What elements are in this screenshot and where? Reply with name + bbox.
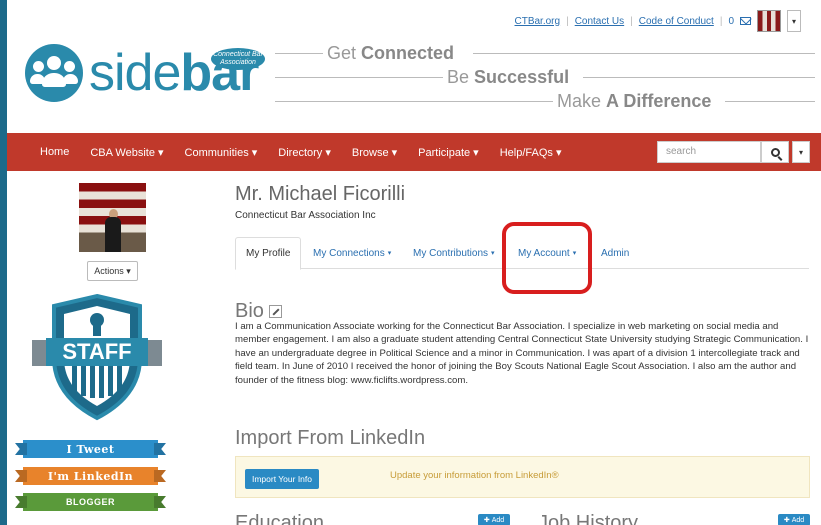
code-of-conduct-link[interactable]: Code of Conduct: [639, 16, 714, 27]
profile-photo[interactable]: [79, 183, 146, 252]
import-your-info-button[interactable]: Import Your Info: [245, 469, 319, 489]
people-icon: [25, 44, 83, 102]
user-menu-caret[interactable]: ▾: [787, 10, 801, 32]
add-job-button[interactable]: ✚ Add: [778, 514, 810, 525]
nav-home[interactable]: Home: [40, 146, 69, 158]
message-count[interactable]: 0: [728, 16, 734, 27]
main-navbar: Home CBA Website ▾ Communities ▾ Directo…: [7, 133, 821, 171]
chevron-down-icon: ▾: [387, 250, 392, 257]
ctbar-link[interactable]: CTBar.org: [515, 16, 561, 27]
tab-my-connections[interactable]: My Connections ▾: [303, 237, 401, 269]
tagline-connected: Get Connected: [327, 43, 455, 63]
sidebar-logo[interactable]: sidebar Connecticut Bar Association: [25, 44, 265, 102]
linkedin-ribbon[interactable]: I'm LinkedIn: [23, 467, 158, 485]
search-options-caret[interactable]: ▾: [792, 141, 810, 163]
plus-icon: ✚: [783, 517, 790, 524]
search-input[interactable]: search: [657, 141, 761, 163]
education-heading: Education: [235, 512, 324, 525]
utility-links: CTBar.org | Contact Us | Code of Conduct…: [515, 10, 801, 32]
nav-directory[interactable]: Directory ▾: [278, 146, 331, 159]
profile-name: Mr. Michael Ficorilli: [235, 183, 406, 205]
nav-communities[interactable]: Communities ▾: [185, 146, 258, 159]
nav-help-faqs[interactable]: Help/FAQs ▾: [500, 146, 562, 159]
i-tweet-ribbon[interactable]: I Tweet: [23, 440, 158, 458]
edit-icon[interactable]: [268, 305, 282, 318]
nav-cba-website[interactable]: CBA Website ▾: [90, 146, 163, 159]
add-education-button[interactable]: ✚ Add: [478, 514, 510, 525]
blogger-ribbon[interactable]: BLOGGER: [23, 493, 158, 511]
search-icon: [770, 147, 780, 157]
tab-my-profile[interactable]: My Profile: [235, 237, 302, 270]
import-linkedin-heading: Import From LinkedIn: [235, 427, 426, 449]
job-history-heading: Job History: [538, 512, 639, 525]
plus-icon: ✚: [483, 517, 490, 524]
import-note: Update your information from LinkedIn®: [390, 470, 559, 481]
tab-my-contributions[interactable]: My Contributions ▾: [403, 237, 505, 269]
profile-organization: Connecticut Bar Association Inc: [235, 210, 376, 221]
tagline-difference: Make A Difference: [557, 91, 712, 111]
logo-badge: Connecticut Bar Association: [211, 48, 265, 70]
search-button[interactable]: [761, 141, 789, 163]
tagline-successful: Be Successful: [447, 67, 570, 87]
chevron-down-icon: ▾: [491, 250, 495, 257]
site-header: CTBar.org | Contact Us | Code of Conduct…: [7, 0, 821, 133]
bio-text: I am a Communication Associate working f…: [235, 321, 809, 386]
contact-us-link[interactable]: Contact Us: [575, 16, 624, 27]
user-avatar[interactable]: [757, 10, 781, 32]
tab-admin[interactable]: Admin: [591, 237, 639, 269]
mail-icon[interactable]: [740, 17, 751, 25]
actions-button[interactable]: Actions ▾: [87, 261, 138, 281]
nav-browse[interactable]: Browse ▾: [352, 146, 397, 159]
my-account-highlight: [502, 222, 592, 294]
import-linkedin-panel: Import Your Info Update your information…: [235, 456, 810, 498]
staff-badge-label: STAFF: [62, 339, 131, 364]
nav-participate[interactable]: Participate ▾: [418, 146, 479, 159]
staff-badge: STAFF: [32, 293, 162, 421]
window-frame-edge: [0, 0, 7, 525]
